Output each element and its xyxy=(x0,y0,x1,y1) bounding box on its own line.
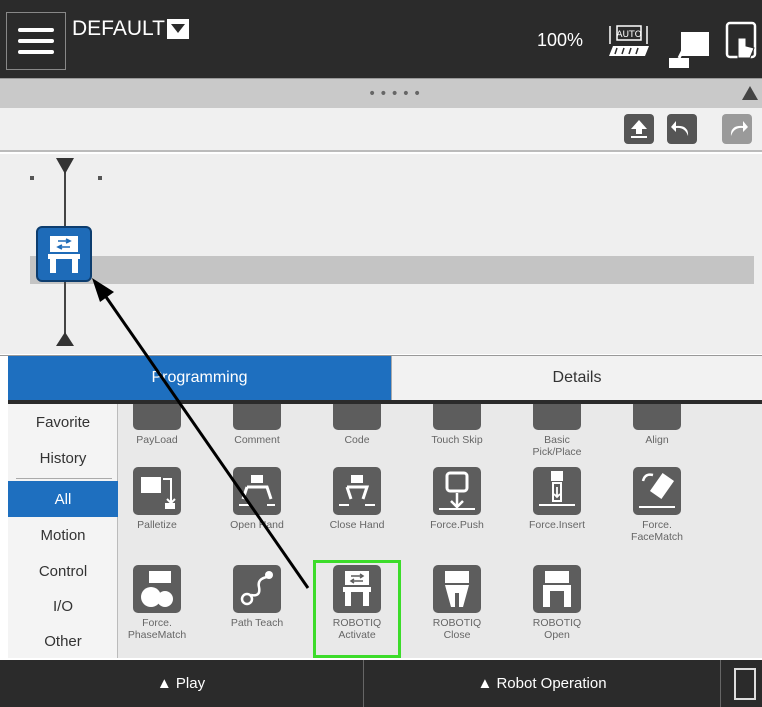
robotiq-activate-node[interactable] xyxy=(36,226,92,282)
dropdown-caret-icon xyxy=(166,19,189,39)
auto-text: AUTO xyxy=(616,30,641,40)
touch-skip-icon xyxy=(433,404,481,430)
cmd-comment[interactable]: Comment xyxy=(209,404,305,446)
cmd-label: Close Hand xyxy=(329,519,385,531)
program-title-dropdown[interactable]: DEFAULT xyxy=(72,14,189,44)
robotiq-close-icon xyxy=(433,565,481,613)
cmd-label: Comment xyxy=(234,434,280,446)
cmd-palletize[interactable]: Palletize xyxy=(109,467,205,531)
undo-icon[interactable] xyxy=(667,114,697,144)
cmd-label: Open Hand xyxy=(230,519,284,531)
category-all[interactable]: All xyxy=(8,481,118,517)
close-hand-icon xyxy=(333,467,381,515)
program-timeline[interactable] xyxy=(0,154,762,354)
category-history[interactable]: History xyxy=(8,440,118,476)
upload-icon[interactable] xyxy=(624,114,654,144)
open-hand-icon xyxy=(233,467,281,515)
cmd-close-hand[interactable]: Close Hand xyxy=(309,467,405,531)
force-phasematch-icon xyxy=(133,565,181,613)
category-io[interactable]: I/O xyxy=(8,588,118,624)
tab-details[interactable]: Details xyxy=(391,356,762,400)
cmd-label: Palletize xyxy=(137,519,177,531)
cmd-payload[interactable]: PayLoad xyxy=(109,404,205,446)
menu-icon[interactable] xyxy=(6,12,66,70)
payload-icon xyxy=(133,404,181,430)
cmd-force-insert[interactable]: Force.Insert xyxy=(509,467,605,531)
cmd-label: Force.Push xyxy=(430,519,484,531)
category-motion[interactable]: Motion xyxy=(8,517,118,553)
auto-mode-icon[interactable]: AUTO xyxy=(607,22,653,62)
program-title: DEFAULT xyxy=(72,17,165,40)
comment-icon xyxy=(233,404,281,430)
cmd-label: Touch Skip xyxy=(431,434,483,446)
cmd-label: Path Teach xyxy=(230,617,284,629)
timeline-marker xyxy=(30,176,34,180)
robot-operation-button[interactable]: ▲ Robot Operation xyxy=(363,660,721,707)
align-icon xyxy=(633,404,681,430)
robotiq-open-icon xyxy=(533,565,581,613)
selection-highlight xyxy=(313,560,401,658)
pick-place-icon xyxy=(533,404,581,430)
cmd-force-facematch[interactable]: Force. FaceMatch xyxy=(609,467,705,543)
cmd-label: Force. PhaseMatch xyxy=(127,617,187,641)
touch-panel-icon[interactable] xyxy=(724,20,760,68)
force-push-icon xyxy=(433,467,481,515)
cmd-basic-pick-place[interactable]: Basic Pick/Place xyxy=(509,404,605,458)
tab-programming[interactable]: Programming xyxy=(8,356,391,400)
force-insert-icon xyxy=(533,467,581,515)
redo-icon[interactable] xyxy=(722,114,752,144)
cmd-label: Basic Pick/Place xyxy=(532,434,582,458)
cmd-label: ROBOTIQ Close xyxy=(432,617,482,641)
cmd-label: Align xyxy=(645,434,669,446)
category-favorite[interactable]: Favorite xyxy=(8,404,118,440)
cmd-label: PayLoad xyxy=(136,434,178,446)
collapse-up-icon[interactable] xyxy=(742,86,758,100)
cmd-label: ROBOTIQ Open xyxy=(532,617,582,641)
cmd-path-teach[interactable]: Path Teach xyxy=(209,565,305,629)
cmd-robotiq-open[interactable]: ROBOTIQ Open xyxy=(509,565,605,641)
cmd-force-push[interactable]: Force.Push xyxy=(409,467,505,531)
cmd-robotiq-close[interactable]: ROBOTIQ Close xyxy=(409,565,505,641)
cmd-label: Force.Insert xyxy=(528,519,586,531)
timeline-cursor-bottom[interactable] xyxy=(56,332,74,346)
path-teach-icon xyxy=(233,565,281,613)
play-button[interactable]: ▲ Play xyxy=(0,660,362,707)
timeline-track[interactable] xyxy=(30,256,754,284)
cmd-code[interactable]: Code xyxy=(309,404,405,446)
force-facematch-icon xyxy=(633,467,681,515)
timeline-marker xyxy=(98,176,102,180)
timeline-cursor-top[interactable] xyxy=(56,158,74,174)
cmd-force-phasematch[interactable]: Force. PhaseMatch xyxy=(109,565,205,641)
cmd-touch-skip[interactable]: Touch Skip xyxy=(409,404,505,446)
cmd-label: Force. FaceMatch xyxy=(631,519,683,543)
speed-readout[interactable]: 100% xyxy=(537,30,583,51)
palletize-icon xyxy=(133,467,181,515)
code-icon xyxy=(333,404,381,430)
cmd-open-hand[interactable]: Open Hand xyxy=(209,467,305,531)
cmd-align[interactable]: Align xyxy=(609,404,705,446)
pendant-icon[interactable] xyxy=(734,668,756,700)
drag-handle-dots[interactable]: ••••• xyxy=(368,86,424,102)
cmd-label: Code xyxy=(344,434,370,446)
robot-status-icon[interactable] xyxy=(665,28,711,72)
category-other[interactable]: Other xyxy=(8,623,118,659)
category-divider xyxy=(16,478,112,479)
category-control[interactable]: Control xyxy=(8,553,118,589)
